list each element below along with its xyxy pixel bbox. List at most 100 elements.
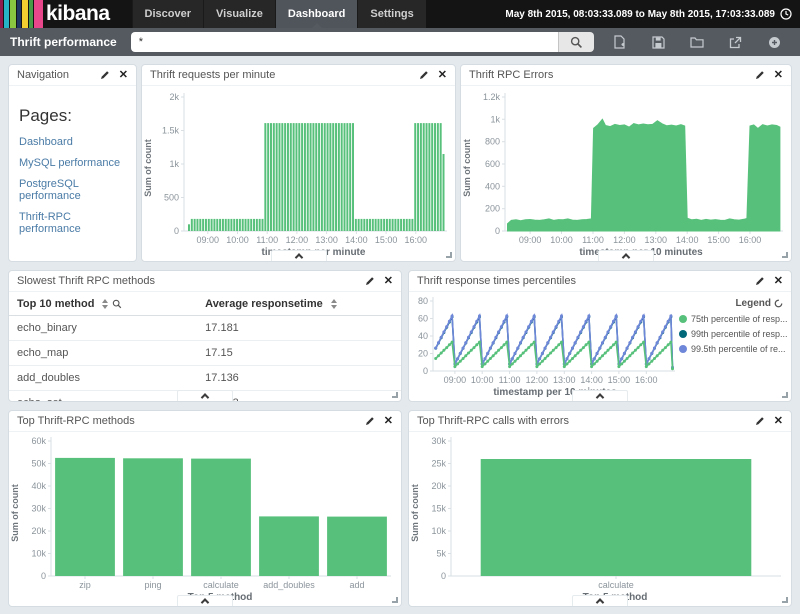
svg-text:14:00: 14:00 bbox=[580, 375, 603, 385]
svg-text:400: 400 bbox=[485, 181, 500, 191]
close-icon: ✕ bbox=[384, 276, 393, 287]
column-header-method[interactable]: Top 10 method bbox=[9, 292, 197, 316]
dashboard-title: Thrift performance bbox=[0, 35, 131, 49]
panel-thrift-rpc-errors: Thrift RPC Errors ✕ Sum of count 0200400… bbox=[460, 64, 792, 262]
remove-panel-button[interactable]: ✕ bbox=[438, 70, 447, 81]
requests-per-minute-chart[interactable]: 05001k1.5k2k09:0010:0011:0012:0013:0014:… bbox=[154, 88, 453, 247]
tab-visualize[interactable]: Visualize bbox=[203, 0, 275, 28]
edit-panel-button[interactable] bbox=[100, 70, 110, 80]
collapse-panel-button[interactable] bbox=[572, 390, 628, 401]
table-row[interactable]: echo_map 17.15 bbox=[9, 341, 401, 366]
nav-link-thrift-rpc-performance[interactable]: Thrift-RPC performance bbox=[19, 211, 126, 235]
remove-panel-button[interactable]: ✕ bbox=[774, 70, 783, 81]
column-label: Average responsetime bbox=[205, 298, 323, 310]
table-row[interactable]: add_doubles 17.136 bbox=[9, 366, 401, 391]
pencil-icon bbox=[755, 70, 765, 80]
new-dashboard-button[interactable] bbox=[608, 31, 630, 53]
add-circle-icon bbox=[768, 36, 781, 49]
edit-panel-button[interactable] bbox=[365, 416, 375, 426]
remove-panel-button[interactable]: ✕ bbox=[384, 416, 393, 427]
edit-panel-button[interactable] bbox=[755, 416, 765, 426]
nav-link-mysql-performance[interactable]: MySQL performance bbox=[19, 157, 126, 169]
search-icon[interactable] bbox=[112, 299, 122, 309]
sort-icon[interactable] bbox=[102, 299, 108, 309]
collapse-panel-button[interactable] bbox=[177, 390, 233, 401]
rpc-errors-chart[interactable]: 02004006008001k1.2k09:0010:0011:0012:001… bbox=[473, 88, 789, 247]
tab-dashboard[interactable]: Dashboard bbox=[275, 0, 357, 28]
table-row[interactable]: echo_binary 17.181 bbox=[9, 316, 401, 341]
legend-item-75th[interactable]: 75th percentile of resp... bbox=[679, 314, 783, 324]
search-button[interactable] bbox=[558, 32, 594, 52]
top-methods-chart[interactable]: 010k20k30k40k50k60kzippingcalculateadd_d… bbox=[21, 434, 399, 592]
share-button[interactable] bbox=[725, 31, 747, 53]
svg-text:11:00: 11:00 bbox=[582, 235, 604, 245]
responsetime-cell: 17.136 bbox=[197, 366, 401, 391]
svg-text:30k: 30k bbox=[431, 436, 446, 446]
resize-handle[interactable] bbox=[392, 392, 398, 398]
svg-text:40k: 40k bbox=[31, 481, 46, 491]
slowest-methods-table: Top 10 method Average responsetime bbox=[9, 292, 401, 402]
edit-panel-button[interactable] bbox=[419, 70, 429, 80]
close-icon: ✕ bbox=[119, 70, 128, 81]
topbar-spacer bbox=[426, 0, 506, 28]
svg-text:5k: 5k bbox=[436, 549, 446, 559]
svg-text:13:00: 13:00 bbox=[315, 235, 338, 245]
chevron-up-icon bbox=[201, 598, 209, 606]
resize-handle[interactable] bbox=[446, 252, 452, 258]
svg-text:calculate: calculate bbox=[598, 580, 634, 590]
collapse-panel-button[interactable] bbox=[271, 250, 327, 261]
load-dashboard-button[interactable] bbox=[686, 31, 708, 53]
query-group bbox=[131, 32, 594, 52]
time-range-picker[interactable]: May 8th 2015, 08:03:33.089 to May 8th 20… bbox=[505, 0, 800, 28]
resize-handle[interactable] bbox=[782, 252, 788, 258]
svg-text:16:00: 16:00 bbox=[635, 375, 658, 385]
remove-panel-button[interactable]: ✕ bbox=[774, 276, 783, 287]
legend-item-99th[interactable]: 99th percentile of resp... bbox=[679, 329, 783, 339]
resize-handle[interactable] bbox=[782, 597, 788, 603]
svg-text:09:00: 09:00 bbox=[197, 235, 220, 245]
svg-text:13:00: 13:00 bbox=[645, 235, 668, 245]
collapse-panel-button[interactable] bbox=[598, 250, 654, 261]
kibana-logo-text: kibana bbox=[44, 0, 110, 28]
edit-panel-button[interactable] bbox=[365, 276, 375, 286]
svg-text:200: 200 bbox=[485, 204, 500, 214]
save-dashboard-button[interactable] bbox=[647, 31, 669, 53]
sort-icon[interactable] bbox=[331, 299, 337, 309]
collapse-panel-button[interactable] bbox=[572, 595, 628, 606]
legend-dot-icon bbox=[679, 315, 687, 323]
svg-text:11:00: 11:00 bbox=[499, 375, 521, 385]
svg-text:14:00: 14:00 bbox=[345, 235, 368, 245]
column-header-responsetime[interactable]: Average responsetime bbox=[197, 292, 401, 316]
close-icon: ✕ bbox=[774, 70, 783, 81]
legend-toggle[interactable]: Legend bbox=[679, 298, 783, 309]
legend-item-99-5th[interactable]: 99.5th percentile of re... bbox=[679, 344, 783, 354]
remove-panel-button[interactable]: ✕ bbox=[774, 416, 783, 427]
pencil-icon bbox=[419, 70, 429, 80]
kibana-logo-stripes-icon bbox=[0, 0, 44, 28]
kibana-logo[interactable]: kibana bbox=[0, 0, 118, 28]
edit-panel-button[interactable] bbox=[755, 276, 765, 286]
svg-text:80: 80 bbox=[418, 296, 428, 306]
new-document-icon bbox=[613, 35, 626, 49]
edit-panel-button[interactable] bbox=[755, 70, 765, 80]
add-visualization-button[interactable] bbox=[764, 31, 786, 53]
panel-thrift-response-times-percentiles: Thrift response times percentiles ✕ 0204… bbox=[408, 270, 792, 402]
remove-panel-button[interactable]: ✕ bbox=[119, 70, 128, 81]
percentiles-chart[interactable]: 02040608009:0010:0011:0012:0013:0014:001… bbox=[409, 294, 679, 387]
collapse-panel-button[interactable] bbox=[177, 595, 233, 606]
nav-link-postgresql-performance[interactable]: PostgreSQL performance bbox=[19, 178, 126, 202]
remove-panel-button[interactable]: ✕ bbox=[384, 276, 393, 287]
resize-handle[interactable] bbox=[782, 392, 788, 398]
close-icon: ✕ bbox=[384, 416, 393, 427]
query-input[interactable] bbox=[131, 32, 558, 52]
y-axis-label: Sum of count bbox=[9, 434, 21, 592]
top-errors-chart[interactable]: 05k10k15k20k25k30kcalculate bbox=[421, 434, 789, 592]
nav-link-dashboard[interactable]: Dashboard bbox=[19, 136, 126, 148]
tab-settings[interactable]: Settings bbox=[357, 0, 425, 28]
tab-discover[interactable]: Discover bbox=[132, 0, 203, 28]
close-icon: ✕ bbox=[774, 416, 783, 427]
legend-label: 75th percentile of resp... bbox=[691, 314, 788, 324]
legend-label: 99.5th percentile of re... bbox=[691, 344, 786, 354]
method-cell: add_doubles bbox=[9, 366, 197, 391]
resize-handle[interactable] bbox=[392, 597, 398, 603]
